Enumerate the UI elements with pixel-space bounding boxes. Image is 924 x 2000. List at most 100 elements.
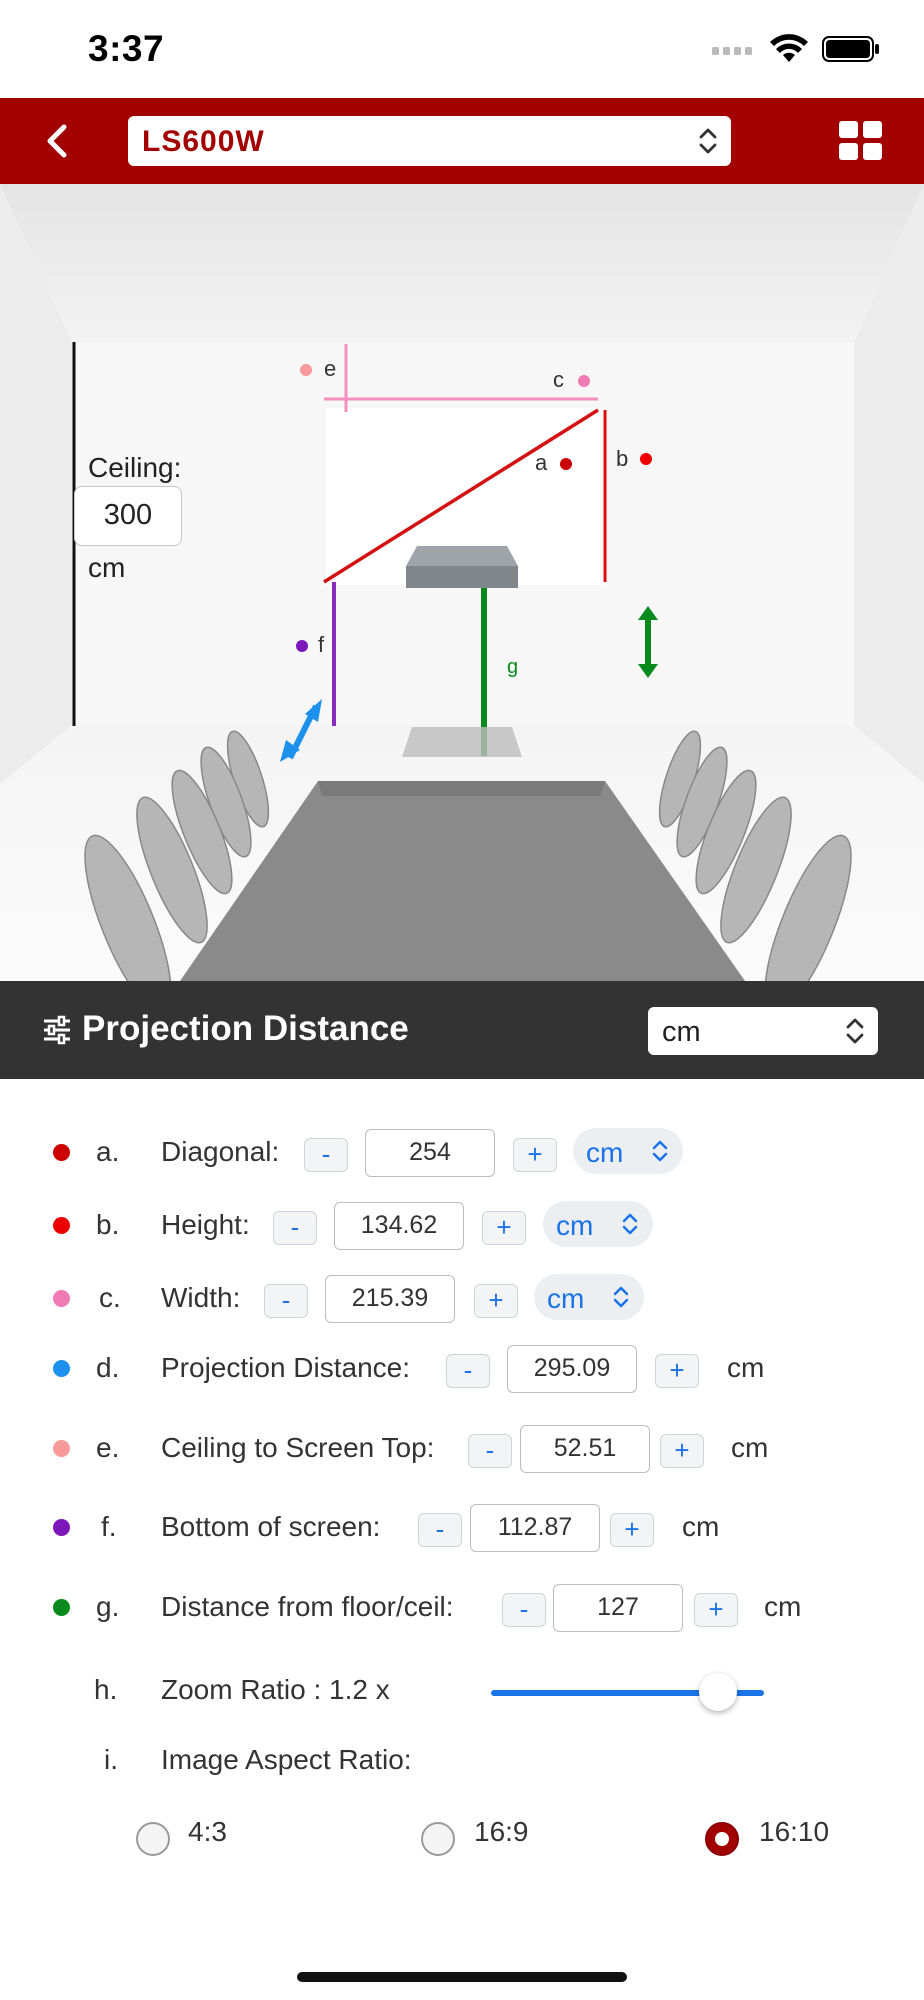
zoom-ratio-label: Zoom Ratio : 1.2 x — [161, 1674, 390, 1705]
marker-c — [578, 375, 590, 387]
row-height: b. Height: - 134.62 + cm — [0, 1195, 924, 1255]
ceiling-label: Ceiling: — [88, 452, 182, 483]
cellular-signal-icon — [712, 47, 752, 55]
row-label: Height: — [161, 1209, 250, 1240]
grid-icon — [839, 121, 882, 160]
increment-button[interactable]: + — [513, 1138, 557, 1172]
increment-button[interactable]: + — [610, 1513, 654, 1547]
row-letter: g. — [96, 1591, 120, 1622]
row-letter: h. — [94, 1674, 118, 1705]
unit-label: cm — [764, 1591, 802, 1622]
aspect-ratio-label: Image Aspect Ratio: — [161, 1744, 412, 1775]
decrement-button[interactable]: - — [418, 1513, 462, 1547]
decrement-button[interactable]: - — [264, 1284, 308, 1318]
aspect-option-4-3[interactable]: 4:3 — [188, 1816, 227, 1848]
zoom-slider-thumb[interactable] — [699, 1673, 737, 1711]
marker-label-a: a — [535, 450, 548, 475]
row-letter: a. — [96, 1136, 120, 1167]
row-letter: b. — [96, 1209, 120, 1240]
chevron-updown-icon — [846, 1018, 864, 1044]
aspect-radio-4-3[interactable] — [136, 1822, 170, 1856]
color-dot — [53, 1217, 70, 1234]
marker-label-c: c — [553, 367, 564, 392]
unit-label: cm — [682, 1511, 720, 1542]
app-header: LS600W — [0, 98, 924, 184]
wifi-icon — [770, 34, 808, 62]
row-letter: f. — [101, 1511, 117, 1542]
ceiling-height-input[interactable]: 300 — [74, 486, 182, 546]
color-dot — [53, 1519, 70, 1536]
unit-select-value: cm — [547, 1283, 585, 1314]
chevron-updown-icon — [652, 1140, 668, 1162]
increment-button[interactable]: + — [655, 1354, 699, 1388]
section-title: Projection Distance — [82, 1009, 409, 1048]
value-input[interactable]: 215.39 — [325, 1275, 455, 1323]
row-letter: c. — [99, 1282, 121, 1313]
value-input[interactable]: 127 — [553, 1584, 683, 1632]
model-select[interactable]: LS600W — [128, 116, 731, 166]
status-icons — [712, 34, 880, 64]
chevron-updown-icon — [699, 128, 717, 154]
value-input[interactable]: 254 — [365, 1129, 495, 1177]
row-bottom-of-screen: f. Bottom of screen: - 112.87 + cm — [0, 1497, 924, 1557]
unit-select-value: cm — [556, 1210, 594, 1241]
chevron-updown-icon — [613, 1286, 629, 1308]
row-label: Width: — [161, 1282, 241, 1313]
marker-e — [300, 364, 312, 376]
room-drawing — [0, 184, 924, 981]
ceiling-unit: cm — [88, 552, 126, 583]
global-unit-select[interactable]: cm — [648, 1007, 878, 1055]
decrement-button[interactable]: - — [468, 1434, 512, 1468]
color-dot — [53, 1599, 70, 1616]
marker-label-f: f — [318, 632, 325, 657]
row-projection-distance: d. Projection Distance: - 295.09 + cm — [0, 1338, 924, 1398]
unit-select[interactable]: cm — [573, 1128, 683, 1174]
model-select-value: LS600W — [142, 125, 265, 158]
row-zoom-ratio: h. Zoom Ratio : 1.2 x — [0, 1660, 924, 1720]
decrement-button[interactable]: - — [273, 1211, 317, 1245]
unit-select[interactable]: cm — [543, 1201, 653, 1247]
home-indicator — [297, 1972, 627, 1982]
row-aspect-ratio: i. Image Aspect Ratio: — [0, 1730, 924, 1790]
increment-button[interactable]: + — [660, 1434, 704, 1468]
marker-a — [560, 458, 572, 470]
aspect-option-16-9[interactable]: 16:9 — [474, 1816, 529, 1848]
marker-b — [640, 453, 652, 465]
row-letter: e. — [96, 1432, 120, 1463]
marker-label-e: e — [324, 356, 337, 381]
increment-button[interactable]: + — [694, 1593, 738, 1627]
section-header: Projection Distance cm — [0, 981, 924, 1079]
increment-button[interactable]: + — [482, 1211, 526, 1245]
row-label: Ceiling to Screen Top: — [161, 1432, 435, 1463]
value-input[interactable]: 134.62 — [334, 1202, 464, 1250]
color-dot — [53, 1144, 70, 1161]
grid-menu-button[interactable] — [838, 120, 884, 162]
row-letter: d. — [96, 1352, 120, 1383]
increment-button[interactable]: + — [474, 1284, 518, 1318]
back-button[interactable] — [34, 118, 80, 164]
value-input[interactable]: 52.51 — [520, 1425, 650, 1473]
unit-select[interactable]: cm — [534, 1274, 644, 1320]
row-label: Diagonal: — [161, 1136, 280, 1167]
color-dot — [53, 1360, 70, 1377]
row-diagonal: a. Diagonal: - 254 + cm — [0, 1122, 924, 1182]
value-input[interactable]: 112.87 — [470, 1504, 600, 1552]
unit-label: cm — [727, 1352, 765, 1383]
color-dot — [53, 1290, 70, 1307]
status-bar: 3:37 — [0, 0, 924, 98]
aspect-radio-16-10[interactable] — [705, 1822, 739, 1856]
status-time: 3:37 — [88, 28, 165, 69]
aspect-radio-16-9[interactable] — [421, 1822, 455, 1856]
row-label: Bottom of screen: — [161, 1511, 381, 1542]
marker-label-b: b — [616, 446, 629, 471]
value-input[interactable]: 295.09 — [507, 1345, 637, 1393]
row-letter: i. — [104, 1744, 118, 1775]
marker-f — [296, 640, 308, 652]
sliders-icon — [44, 1015, 70, 1045]
chevron-updown-icon — [622, 1213, 638, 1235]
row-ceiling-to-screen-top: e. Ceiling to Screen Top: - 52.51 + cm — [0, 1418, 924, 1478]
decrement-button[interactable]: - — [446, 1354, 490, 1388]
decrement-button[interactable]: - — [502, 1593, 546, 1627]
decrement-button[interactable]: - — [304, 1138, 348, 1172]
aspect-option-16-10[interactable]: 16:10 — [759, 1816, 829, 1848]
